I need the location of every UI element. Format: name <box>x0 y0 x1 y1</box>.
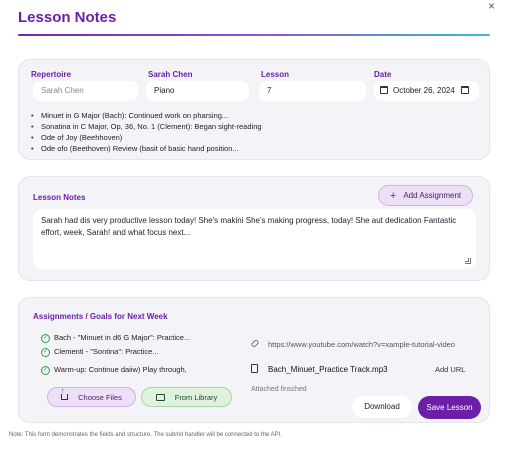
assignment-text: Warm-up: Continue daiiw) Play through, <box>54 365 187 374</box>
calendar-picker-icon[interactable] <box>460 86 469 94</box>
folder-icon <box>155 393 165 401</box>
check-circle-icon: ✓ <box>41 365 50 375</box>
assignment-item[interactable]: ✓ Clementi - "Sontina": Practice... <box>41 345 226 359</box>
list-item: Ode of Joy (Beehhoven) <box>31 132 262 143</box>
repertoire-label: Repertoire <box>31 70 72 79</box>
check-circle-icon: ✓ <box>41 347 50 357</box>
lesson-notes-card: Lesson Notes + Add Assignment Sarah had … <box>18 176 490 281</box>
save-lesson-button[interactable]: Save Lesson <box>418 396 481 419</box>
assignments-title: Assignments / Goals for Next Week <box>33 312 168 321</box>
attached-file[interactable]: Bach_Minuet_Practice Track.mp3 <box>251 362 388 378</box>
resource-url-value: https://www.youtube.com/watch?v=xample-t… <box>268 340 455 349</box>
lesson-info-card: Repertoire Sarah Chen Sarah Chen Piano L… <box>18 59 490 160</box>
assignment-item[interactable]: ✓ Bach - "Minuet in d6 G Major": Practice… <box>41 331 226 345</box>
assignment-text: Bach - "Minuet in d6 G Major": Practice.… <box>54 333 191 342</box>
calendar-icon <box>380 86 388 94</box>
list-item: Sonatina in C Major, Op, 36, No. 1 (Clem… <box>31 121 262 132</box>
from-library-label: From Library <box>174 392 218 402</box>
resize-handle-icon[interactable] <box>465 258 471 264</box>
modal-title: Lesson Notes <box>18 9 117 26</box>
date-input[interactable]: October 26, 2024 <box>374 81 479 101</box>
form-footnote: Note: This form demonstrates the fields … <box>9 432 282 438</box>
lesson-notes-textarea[interactable]: Sarah had dis very productive lesson tod… <box>33 209 476 269</box>
attached-status: Attached finsched <box>251 386 307 393</box>
lesson-number-input[interactable]: 7 <box>259 81 366 101</box>
assignment-item[interactable]: ✓ Warm-up: Continue daiiw) Play through, <box>41 363 226 377</box>
student-label: Sarah Chen <box>148 70 193 79</box>
lesson-label: Lesson <box>261 70 290 79</box>
close-icon[interactable]: × <box>488 0 495 12</box>
file-name: Bach_Minuet_Practice Track.mp3 <box>268 365 388 374</box>
plus-icon: + <box>389 189 397 202</box>
date-value: October 26, 2024 <box>393 86 455 95</box>
lesson-notes-text: Sarah had dis very productive lesson tod… <box>41 216 457 237</box>
add-assignment-label: Add Assignment <box>403 191 462 200</box>
download-button[interactable]: Download <box>352 396 412 418</box>
choose-files-label: Choose Files <box>78 392 122 402</box>
repertoire-input[interactable]: Sarah Chen <box>33 81 138 101</box>
title-divider <box>18 34 490 36</box>
assignment-list: ✓ Bach - "Minuet in d6 G Major": Practice… <box>41 331 226 377</box>
add-assignment-button[interactable]: + Add Assignment <box>378 185 473 206</box>
add-url-button[interactable]: Add URL <box>435 362 465 378</box>
repertoire-list: Minuet in G Major (Bach): Continued work… <box>31 110 262 154</box>
upload-icon <box>61 388 69 400</box>
instrument-input[interactable]: Piano <box>146 81 249 101</box>
from-library-button[interactable]: From Library <box>141 387 232 407</box>
check-circle-icon: ✓ <box>41 333 50 343</box>
assignment-text: Clementi - "Sontina": Practice... <box>54 347 159 356</box>
choose-files-button[interactable]: Choose Files <box>47 387 136 407</box>
date-label: Date <box>374 70 392 79</box>
list-item: Minuet in G Major (Bach): Continued work… <box>31 110 262 121</box>
link-icon <box>250 338 260 349</box>
file-icon <box>251 364 258 373</box>
lesson-notes-title: Lesson Notes <box>33 193 86 202</box>
resource-url-field[interactable]: https://www.youtube.com/watch?v=xample-t… <box>250 337 486 353</box>
list-item: Ode ofo (Beethoven) Review (basit of bas… <box>31 143 262 154</box>
